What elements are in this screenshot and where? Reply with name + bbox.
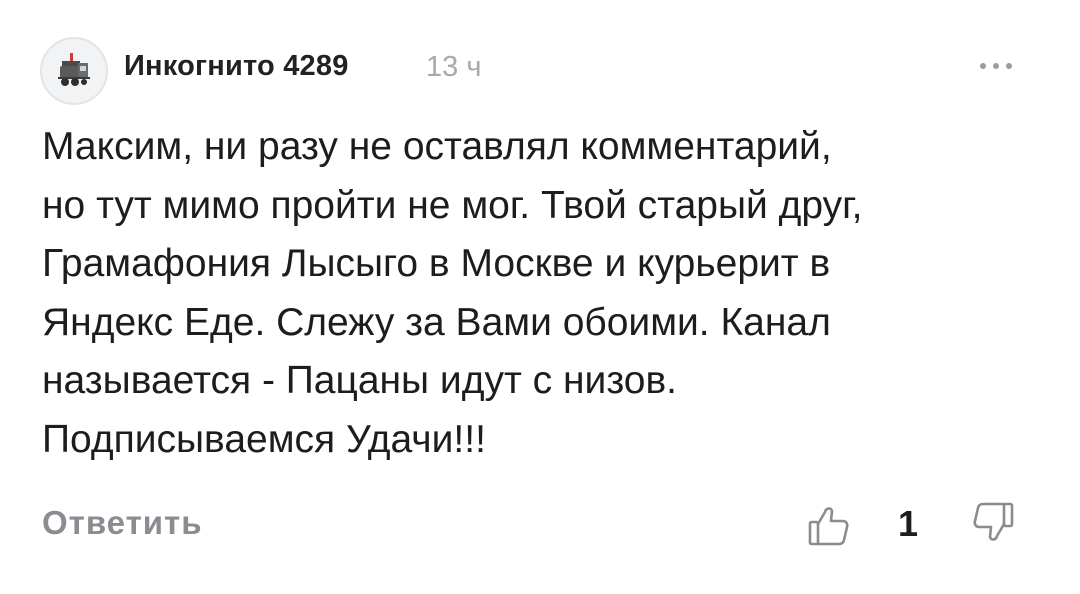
author-name[interactable]: Инкогнито 4289	[124, 50, 349, 83]
thumbs-down-icon	[973, 502, 1014, 541]
comment-card: Инкогнито 4289 13 ч Максим, ни разу не о…	[0, 0, 1080, 594]
more-button[interactable]	[976, 54, 1016, 78]
comment-text-line: Яндекс Еде. Слежу за Вами обоими. Канал	[42, 300, 831, 344]
avatar[interactable]	[40, 37, 108, 105]
thumbs-up-icon	[808, 507, 849, 546]
comment-text-line: Максим, ни разу не оставлял комментарий,	[42, 125, 832, 168]
reply-button[interactable]: Ответить	[42, 504, 203, 542]
comment-text-line: называется - Пацаны идут с низов.	[42, 359, 678, 402]
comment-text-line: но тут мимо пройти не мог. Твой старый д…	[42, 183, 863, 227]
more-dots-icon	[980, 63, 1012, 69]
comment-text: Максим, ни разу не оставлял комментарий,…	[42, 118, 1052, 469]
like-count: 1	[898, 503, 919, 544]
comment-text-line: Подписываемся Удачи!!!	[42, 417, 486, 461]
dislike-button[interactable]	[970, 500, 1016, 546]
like-button[interactable]	[806, 502, 852, 548]
locomotive-icon	[58, 53, 90, 86]
comment-text-line: Грамафония Лысыго в Москве и курьерит в	[42, 242, 831, 285]
comment-timestamp: 13 ч	[426, 51, 482, 83]
